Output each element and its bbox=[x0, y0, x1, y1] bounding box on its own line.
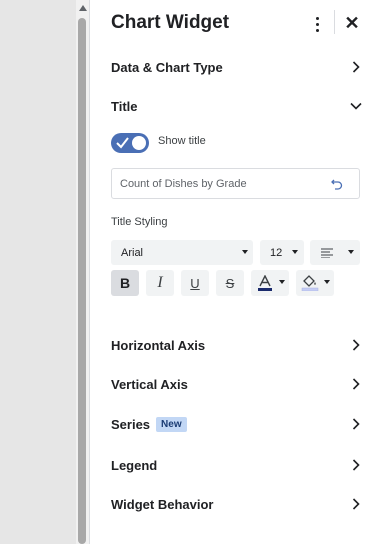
check-icon bbox=[116, 137, 129, 149]
title-input[interactable]: Count of Dishes by Grade bbox=[111, 168, 360, 199]
section-label: Legend bbox=[111, 457, 158, 473]
section-label: Horizontal Axis bbox=[111, 337, 206, 353]
section-data-chart-type[interactable]: Data & Chart Type bbox=[111, 55, 363, 79]
more-vert-icon[interactable] bbox=[310, 13, 324, 35]
chevron-right-icon bbox=[349, 377, 363, 391]
title-input-value[interactable]: Count of Dishes by Grade bbox=[120, 178, 247, 190]
chevron-down-icon bbox=[349, 99, 363, 113]
align-left-icon bbox=[321, 248, 333, 258]
close-icon[interactable]: ✕ bbox=[343, 12, 361, 34]
section-title[interactable]: Title bbox=[111, 94, 363, 118]
show-title-toggle[interactable] bbox=[111, 133, 149, 153]
scrollbar-thumb[interactable] bbox=[78, 18, 86, 544]
dropdown-caret-icon bbox=[292, 250, 298, 254]
chevron-right-icon bbox=[349, 417, 363, 431]
dropdown-caret-icon bbox=[348, 250, 354, 254]
italic-button[interactable]: I bbox=[146, 270, 174, 296]
scroll-up-icon[interactable] bbox=[79, 5, 87, 11]
dropdown-caret-icon bbox=[279, 280, 285, 284]
chevron-right-icon bbox=[349, 338, 363, 352]
dropdown-caret-icon bbox=[324, 280, 330, 284]
section-legend[interactable]: Legend bbox=[111, 453, 363, 477]
show-title-label: Show title bbox=[158, 135, 206, 147]
text-align-select[interactable] bbox=[310, 240, 360, 265]
section-series[interactable]: Series New bbox=[111, 412, 363, 436]
title-styling-label: Title Styling bbox=[111, 216, 168, 228]
scrollbar[interactable] bbox=[76, 0, 90, 544]
font-family-select[interactable]: Arial bbox=[111, 240, 253, 265]
underline-button[interactable]: U bbox=[181, 270, 209, 296]
new-badge: New bbox=[156, 416, 187, 432]
section-widget-behavior[interactable]: Widget Behavior bbox=[111, 492, 363, 516]
dropdown-caret-icon bbox=[242, 250, 248, 254]
font-family-value: Arial bbox=[121, 247, 144, 259]
strikethrough-button[interactable]: S bbox=[216, 270, 244, 296]
undo-icon[interactable] bbox=[330, 177, 344, 191]
chart-widget-panel: Chart Widget ✕ Data & Chart Type Title S… bbox=[91, 0, 378, 544]
font-size-value: 12 bbox=[270, 247, 283, 259]
section-label: Vertical Axis bbox=[111, 376, 188, 392]
bold-button[interactable]: B bbox=[111, 270, 139, 296]
text-color-button[interactable] bbox=[251, 270, 289, 296]
text-color-icon bbox=[258, 275, 272, 291]
section-label: Data & Chart Type bbox=[111, 59, 223, 75]
chevron-right-icon bbox=[349, 60, 363, 74]
chevron-right-icon bbox=[349, 458, 363, 472]
section-horizontal-axis[interactable]: Horizontal Axis bbox=[111, 333, 363, 357]
chevron-right-icon bbox=[349, 497, 363, 511]
fill-color-icon bbox=[301, 275, 319, 291]
section-label: Title bbox=[111, 98, 138, 114]
toggle-knob bbox=[132, 136, 146, 150]
series-label: Series bbox=[111, 416, 151, 432]
header-divider bbox=[334, 10, 335, 34]
section-vertical-axis[interactable]: Vertical Axis bbox=[111, 372, 363, 396]
fill-color-button[interactable] bbox=[296, 270, 334, 296]
section-label: Widget Behavior bbox=[111, 496, 214, 512]
panel-title: Chart Widget bbox=[111, 12, 230, 33]
section-label: Series New bbox=[111, 416, 187, 432]
font-size-select[interactable]: 12 bbox=[260, 240, 304, 265]
canvas-background bbox=[0, 0, 76, 544]
